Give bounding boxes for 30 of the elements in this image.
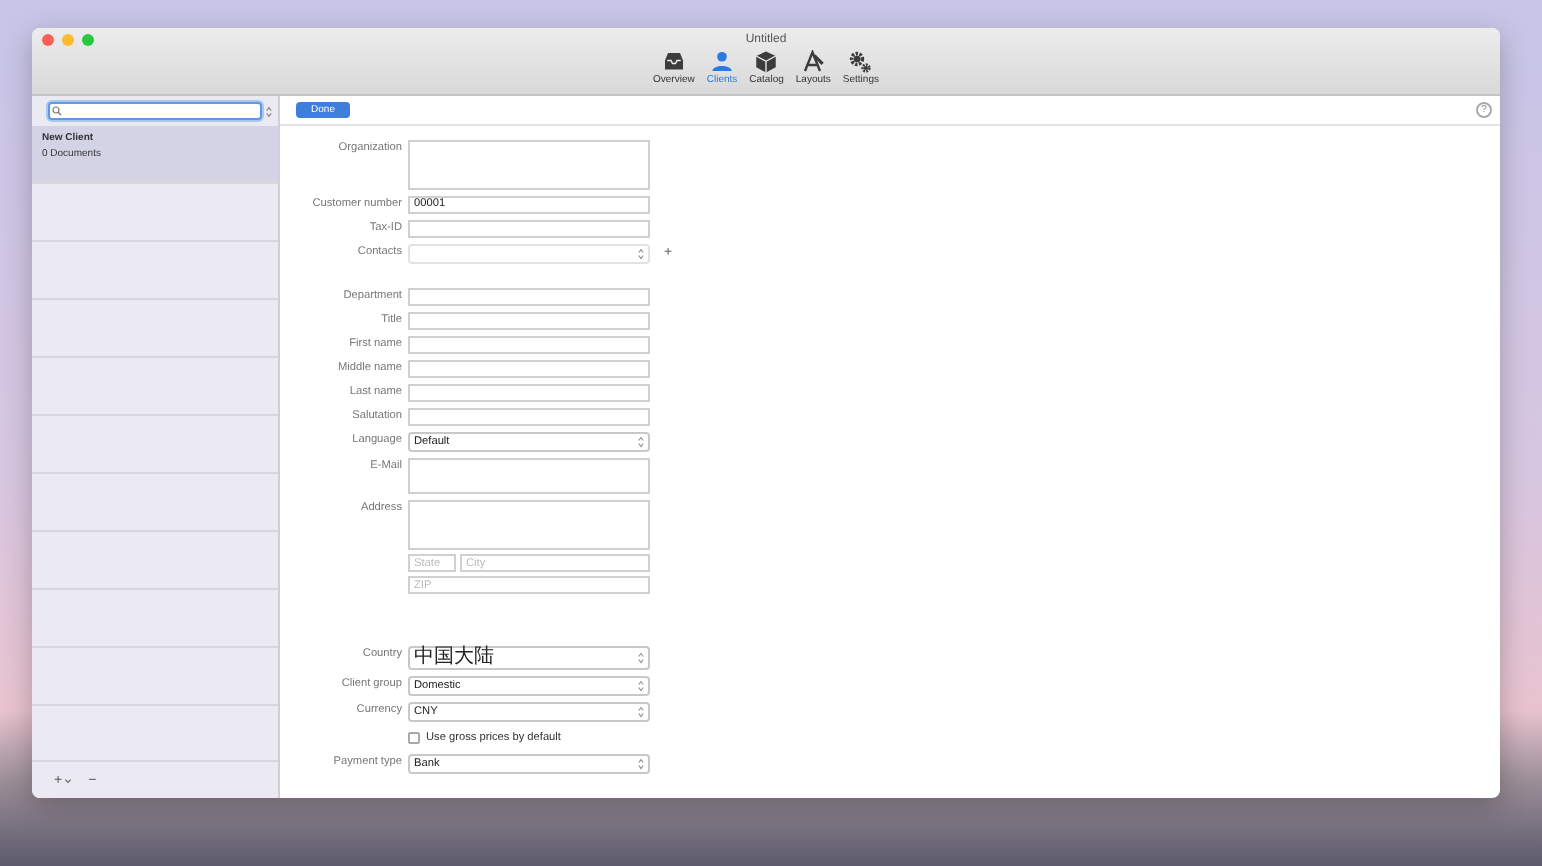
stepper-icon[interactable] <box>266 105 272 117</box>
search-field[interactable] <box>48 102 263 120</box>
text-field[interactable] <box>408 408 650 426</box>
stepper-icon <box>638 706 644 718</box>
text-field[interactable] <box>408 312 650 330</box>
gears-icon <box>848 50 873 74</box>
stepper-icon <box>638 680 644 692</box>
stepper-icon <box>638 248 644 260</box>
text-field[interactable] <box>408 360 650 378</box>
close-button[interactable] <box>42 34 54 46</box>
text-field[interactable] <box>408 384 650 402</box>
text-area[interactable] <box>408 140 650 190</box>
text-field[interactable] <box>408 288 650 306</box>
stepper-icon <box>638 436 644 448</box>
caret-icon <box>64 777 73 783</box>
popup-menu[interactable]: 中国大陆 <box>408 646 650 670</box>
person-icon <box>710 50 734 74</box>
text-area[interactable] <box>408 500 650 550</box>
stepper-icon <box>638 652 644 664</box>
text-area[interactable] <box>408 458 650 494</box>
box-icon <box>754 50 779 74</box>
text-field[interactable] <box>408 220 650 238</box>
minimize-button[interactable] <box>62 34 74 46</box>
search-icon <box>52 106 62 116</box>
text-field[interactable] <box>408 336 650 354</box>
checkbox[interactable] <box>408 732 420 744</box>
tray-icon <box>661 50 686 74</box>
stepper-icon <box>638 758 644 770</box>
zoom-button[interactable] <box>82 34 94 46</box>
drafting-tools-icon <box>801 50 826 74</box>
